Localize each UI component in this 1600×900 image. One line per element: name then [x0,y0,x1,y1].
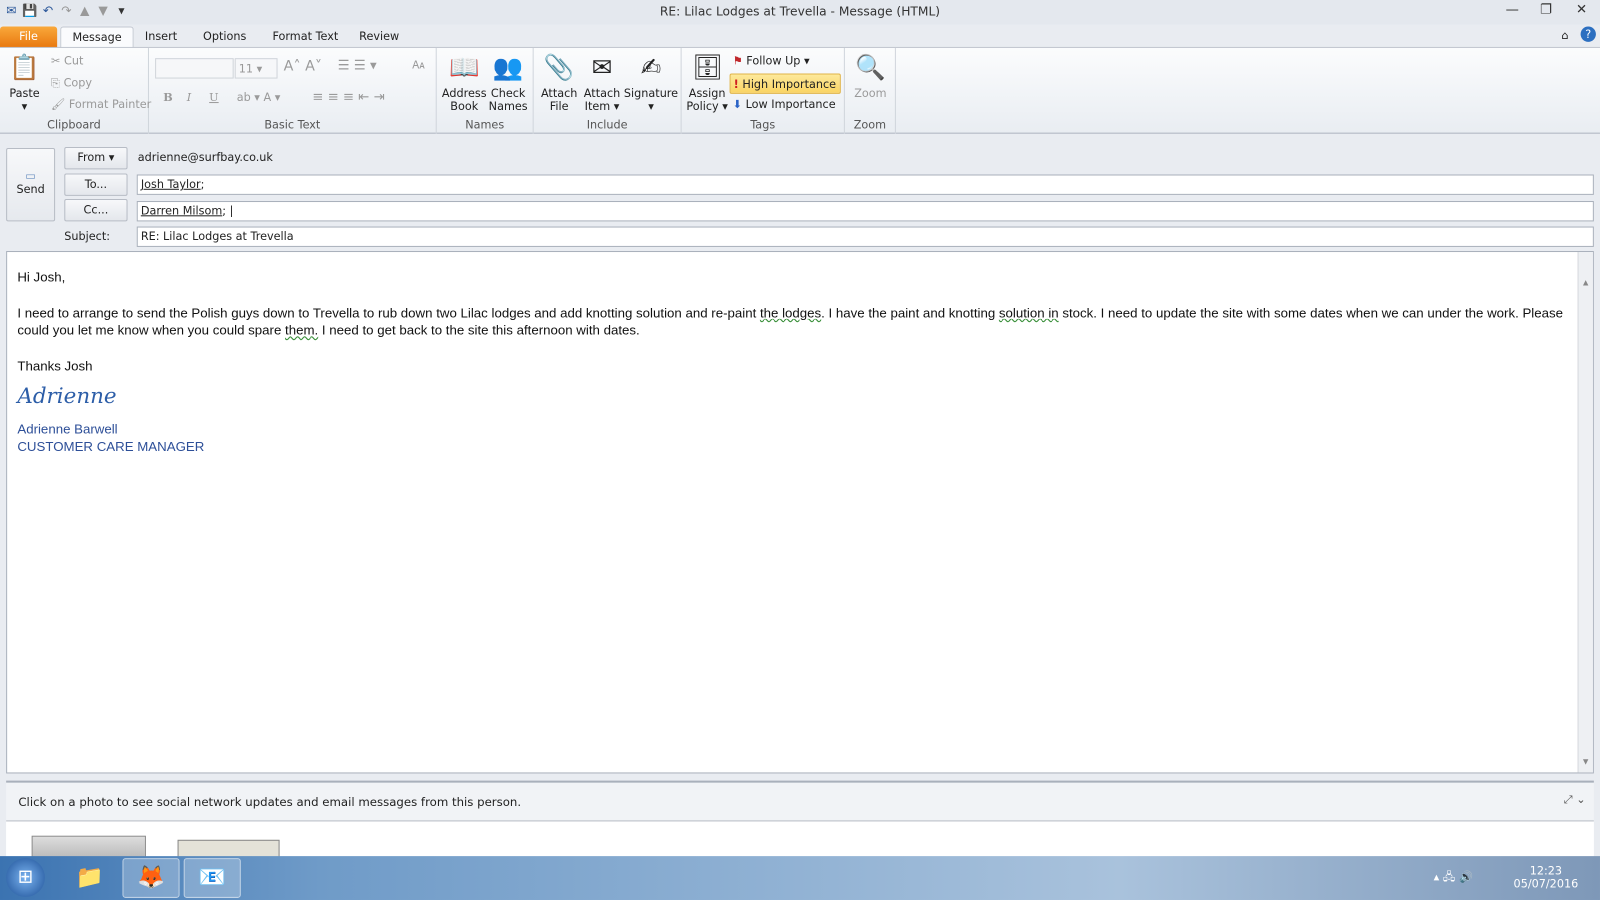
basic-text-group: 11 ▾ A˄ A˅ ☰ ☰ ▾ 🗛 B I U ab ▾ A ▾ ≡ ≡ ≡ … [149,47,437,134]
exclamation-icon: ! [733,77,739,91]
align-buttons[interactable]: ≡ ≡ ≡ ⇤ ⇥ [312,90,384,105]
outlook-taskbar-icon[interactable]: 📧 [183,858,241,898]
from-button[interactable]: From ▾ [64,146,128,170]
down-arrow-icon: ⬇ [732,97,743,112]
signature-title: CUSTOMER CARE MANAGER [17,438,205,455]
high-importance-button[interactable]: ! High Importance [729,73,841,94]
policy-cabinet-icon: 🗄 [691,53,723,82]
paste-button[interactable]: 📋 Paste ▾ [4,52,45,113]
italic-button[interactable]: I [187,91,191,104]
address-book-icon: 📖 [449,53,480,82]
tags-group: 🗄 Assign Policy ▾ ⚑ Follow Up ▾ ! High Imp… [682,47,845,134]
help-icon[interactable]: ? [1580,26,1596,42]
people-pane-message: Click on a photo to see social network u… [18,794,522,810]
names-label: Names [465,118,505,132]
thanks-line: Thanks Josh [17,357,93,373]
clear-formatting-button[interactable]: 🗛 [412,58,425,72]
handwritten-signature: Adrienne [17,383,117,409]
basic-text-label: Basic Text [264,118,321,132]
font-size-select[interactable]: 11 ▾ [234,58,278,79]
minimize-ribbon-icon[interactable]: ⌂ [1561,29,1568,42]
names-group: 📖 Address Book 👥 Check Names Names [437,47,534,134]
assign-policy-button[interactable]: 🗄 Assign Policy ▾ [686,52,729,113]
ribbon: 📋 Paste ▾ ✂ Cut ⎘ Copy 🖌 Format Painter Cl… [0,46,1600,134]
send-button[interactable]: ▭ Send [6,147,56,222]
envelope-icon: ✉ [591,53,613,82]
body-paragraph: I need to arrange to send the Polish guy… [17,304,1564,338]
tags-label: Tags [750,118,776,132]
signature-icon: ✍ [640,53,662,82]
expand-pane-icon[interactable]: ⤢ ⌄ [1564,793,1586,807]
tab-message[interactable]: Message [60,26,134,48]
window-title: RE: Lilac Lodges at Trevella - Message (… [659,4,941,19]
address-book-button[interactable]: 📖 Address Book [441,52,488,113]
people-pane: Click on a photo to see social network u… [6,780,1594,859]
attach-file-button[interactable]: 📎 Attach File [538,52,581,113]
magnifier-icon: 🔍 [855,53,886,82]
paperclip-icon: 📎 [543,53,575,82]
clipboard-group: 📋 Paste ▾ ✂ Cut ⎘ Copy 🖌 Format Painter Cl… [0,47,151,134]
low-importance-button[interactable]: ⬇ Low Importance [733,98,836,111]
tab-insert[interactable]: Insert [134,27,189,48]
cc-recipient[interactable]: Darren Milsom [141,204,222,217]
message-body[interactable]: Hi Josh, I need to arrange to send the P… [6,251,1594,774]
signature-name: Adrienne Barwell [17,420,118,437]
subject-field[interactable]: RE: Lilac Lodges at Trevella [136,226,1594,247]
vertical-scrollbar[interactable]: ▲ ▼ [1577,252,1593,773]
to-button[interactable]: To... [64,173,128,196]
taskbar: ⊞ 📁 🦊 📧 ▴ 🖧 🔊 12:23 05/07/2016 [0,856,1600,900]
cut-button[interactable]: ✂ Cut [51,54,83,67]
check-names-button[interactable]: 👥 Check Names [486,52,531,113]
ribbon-tabs: File Message Insert Options Format Text … [0,24,1600,48]
highlight-button[interactable]: ab ▾ A ▾ [237,91,281,104]
send-envelope-icon: ▭ [25,169,36,183]
greeting: Hi Josh, [17,269,66,285]
zoom-button[interactable]: 🔍 Zoom [849,52,892,100]
tab-format-text[interactable]: Format Text [261,27,349,48]
from-value: adrienne@surfbay.co.uk [137,151,273,165]
font-name-select[interactable] [155,58,234,79]
title-bar: ✉ 💾 ↶ ↷ ▲ ▼ ▾ RE: Lilac Lodges at Trevella - M… [0,0,1600,25]
close-button[interactable]: ✕ [1566,2,1597,17]
tab-file[interactable]: File [0,26,58,48]
bold-button[interactable]: B [163,91,173,104]
format-painter-button[interactable]: 🖌 Format Painter [51,98,151,111]
tab-options[interactable]: Options [192,27,258,48]
copy-button[interactable]: ⎘ Copy [51,77,92,91]
check-names-icon: 👥 [492,53,524,82]
minimize-button[interactable]: — [1497,2,1528,17]
restore-button[interactable]: ❐ [1531,2,1562,17]
signature-button[interactable]: ✍ Signature ▾ [623,52,678,113]
bullets-button[interactable]: ☰ ☰ ▾ [338,58,377,73]
to-field[interactable]: Josh Taylor; [136,174,1594,195]
explorer-taskbar-icon[interactable]: 📁 [61,858,118,898]
cc-field[interactable]: Darren Milsom; | [136,201,1594,222]
follow-up-button[interactable]: ⚑ Follow Up ▾ [733,54,810,67]
include-group: 📎 Attach File ✉ Attach Item ▾ ✍ Signature ▾ In… [534,47,682,134]
grow-font-button[interactable]: A˄ A˅ [284,58,322,74]
subject-label: Subject: [64,229,111,243]
tray-icons[interactable]: ▴ 🖧 🔊 [1434,868,1473,887]
contact-photo[interactable] [31,835,146,859]
clock[interactable]: 12:23 05/07/2016 [1510,864,1581,891]
start-button[interactable]: ⊞ [6,858,45,897]
zoom-group: 🔍 Zoom Zoom [845,47,896,134]
tab-review[interactable]: Review [348,27,410,48]
firefox-taskbar-icon[interactable]: 🦊 [122,858,180,898]
paste-icon: 📋 [9,53,40,82]
zoom-label: Zoom [853,118,887,132]
clipboard-label: Clipboard [47,118,101,132]
cc-button[interactable]: Cc... [64,198,128,222]
include-label: Include [586,118,628,132]
flag-icon: ⚑ [732,54,743,68]
attach-item-button[interactable]: ✉ Attach Item ▾ [581,52,624,113]
to-recipient[interactable]: Josh Taylor [141,178,201,191]
underline-button[interactable]: U [209,91,218,104]
